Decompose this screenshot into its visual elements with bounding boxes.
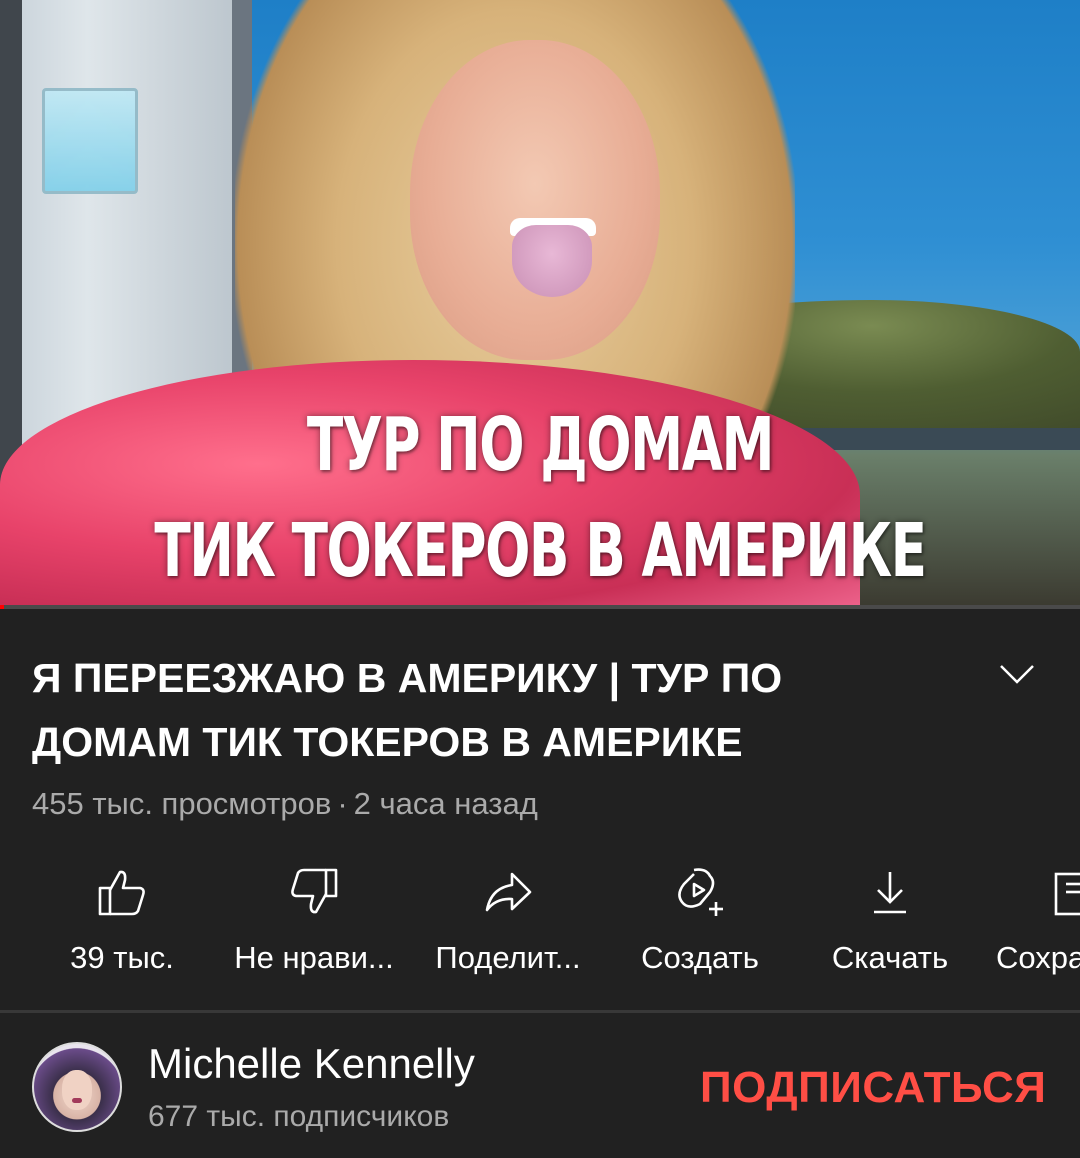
thumbs-up-icon — [98, 870, 145, 916]
meta-separator: · — [337, 786, 348, 821]
download-button[interactable]: Скачать — [790, 860, 990, 990]
video-progress-bar[interactable] — [0, 605, 1080, 609]
thumbnail-face — [410, 40, 660, 360]
save-label: Сохра — [996, 940, 1080, 975]
video-overlay-line-2: ТИК ТОКЕРОВ В АМЕРИКЕ — [154, 508, 927, 594]
create-label: Создать — [641, 940, 759, 975]
save-icon — [1054, 872, 1080, 916]
save-button[interactable]: Сохра — [990, 860, 1080, 990]
share-label: Поделит... — [435, 940, 581, 975]
download-label: Скачать — [831, 940, 949, 975]
channel-avatar[interactable] — [32, 1042, 122, 1132]
channel-name[interactable]: Michelle Kennelly — [148, 1040, 475, 1088]
video-overlay-line-1: ТУР ПО ДОМАМ — [306, 402, 775, 488]
create-button[interactable]: Создать — [600, 860, 800, 990]
like-count: 39 тыс. — [70, 940, 174, 975]
video-player[interactable]: ТУР ПО ДОМАМ ТИК ТОКЕРОВ В АМЕРИКЕ — [0, 0, 1080, 607]
share-button[interactable]: Поделит... — [408, 860, 608, 990]
video-title[interactable]: Я ПЕРЕЕЗЖАЮ В АМЕРИКУ | ТУР ПО ДОМАМ ТИК… — [32, 646, 912, 774]
video-progress-fill — [0, 605, 4, 609]
section-divider — [0, 1010, 1080, 1013]
upload-age: 2 часа назад — [353, 786, 538, 821]
avatar-face — [62, 1070, 92, 1110]
create-icon — [678, 868, 723, 916]
share-icon — [485, 872, 532, 912]
thumbs-down-icon — [291, 868, 338, 914]
like-button[interactable]: 39 тыс. — [22, 860, 222, 990]
thumbnail-lamp — [42, 88, 138, 194]
dislike-label: Не нрави... — [234, 940, 394, 975]
dislike-button[interactable]: Не нрави... — [214, 860, 414, 990]
subscriber-count: 677 тыс. подписчиков — [148, 1100, 450, 1133]
avatar-lips — [72, 1098, 82, 1103]
chevron-down-icon — [1000, 665, 1034, 684]
thumbnail-tongue — [512, 225, 592, 297]
view-count: 455 тыс. просмотров — [32, 786, 332, 821]
download-icon — [874, 872, 906, 914]
expand-description-button[interactable] — [995, 652, 1039, 696]
action-bar: 39 тыс. Не нрави... Поделит... Создать С… — [0, 860, 1080, 1010]
subscribe-button[interactable]: ПОДПИСАТЬСЯ — [700, 1055, 1060, 1121]
video-meta: 455 тыс. просмотров · 2 часа назад — [32, 786, 538, 822]
